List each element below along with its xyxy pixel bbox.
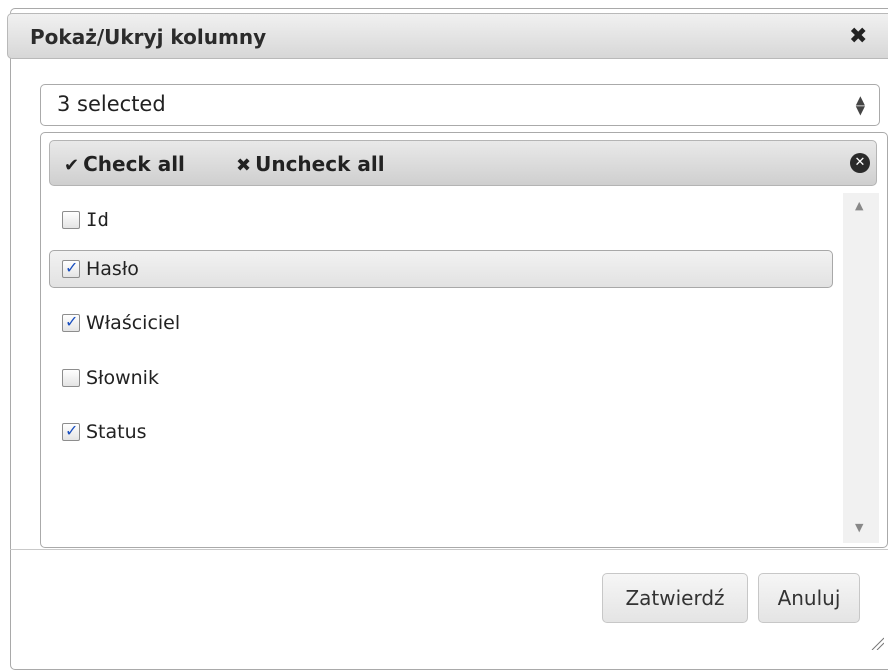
option-item-wlasciciel[interactable]: ✓ Właściciel xyxy=(49,304,833,342)
dialog-titlebar[interactable]: Pokaż/Ukryj kolumny ✖ xyxy=(7,13,888,59)
x-icon: ✖ xyxy=(236,155,252,176)
dialog-title: Pokaż/Ukryj kolumny xyxy=(30,25,267,49)
uncheck-all-label: Uncheck all xyxy=(255,152,385,176)
scroll-up-icon[interactable]: ▲ xyxy=(855,199,863,212)
circle-close-icon[interactable]: ✕ xyxy=(850,153,870,173)
checkbox[interactable] xyxy=(62,369,80,387)
checkmark-icon: ✓ xyxy=(65,421,79,440)
checkmark-icon: ✓ xyxy=(65,312,79,331)
sort-arrows-icon: ▲ ▼ xyxy=(855,93,865,117)
checkbox[interactable]: ✓ xyxy=(62,258,80,278)
confirm-button[interactable]: Zatwierdź xyxy=(602,573,748,623)
scrollbar[interactable]: ▲ ▼ xyxy=(843,193,879,543)
option-item-status[interactable]: ✓ Status xyxy=(49,413,833,451)
checkmark-icon: ✓ xyxy=(65,258,79,277)
resize-handle-icon[interactable] xyxy=(870,636,884,650)
option-label: Hasło xyxy=(86,258,139,280)
scroll-down-icon[interactable]: ▼ xyxy=(855,521,863,534)
checkbox[interactable] xyxy=(62,211,80,229)
dropdown-header: ✔ Check all ✖ Uncheck all ✕ xyxy=(49,140,877,186)
cancel-button[interactable]: Anuluj xyxy=(758,573,860,623)
checkbox[interactable]: ✓ xyxy=(62,421,80,441)
option-item-slownik[interactable]: Słownik xyxy=(49,359,833,397)
check-icon: ✔ xyxy=(64,155,80,176)
option-item-haslo[interactable]: ✓ Hasło xyxy=(49,250,833,288)
uncheck-all-link[interactable]: ✖ Uncheck all xyxy=(236,152,385,176)
multiselect-dropdown: ✔ Check all ✖ Uncheck all ✕ Id ✓ Hasło ✓ W… xyxy=(40,132,888,548)
footer-divider xyxy=(10,549,888,550)
checkbox[interactable]: ✓ xyxy=(62,312,80,332)
option-label: Właściciel xyxy=(86,312,181,334)
close-icon[interactable]: ✖ xyxy=(849,24,867,49)
option-label: Słownik xyxy=(86,367,159,389)
option-label: Status xyxy=(86,421,147,443)
check-all-link[interactable]: ✔ Check all xyxy=(64,152,185,176)
option-item-id[interactable]: Id xyxy=(49,201,833,239)
column-multiselect[interactable]: 3 selected ▲ ▼ xyxy=(40,84,880,126)
selected-count: 3 selected xyxy=(57,92,166,116)
check-all-label: Check all xyxy=(83,152,185,176)
option-label: Id xyxy=(86,209,109,231)
